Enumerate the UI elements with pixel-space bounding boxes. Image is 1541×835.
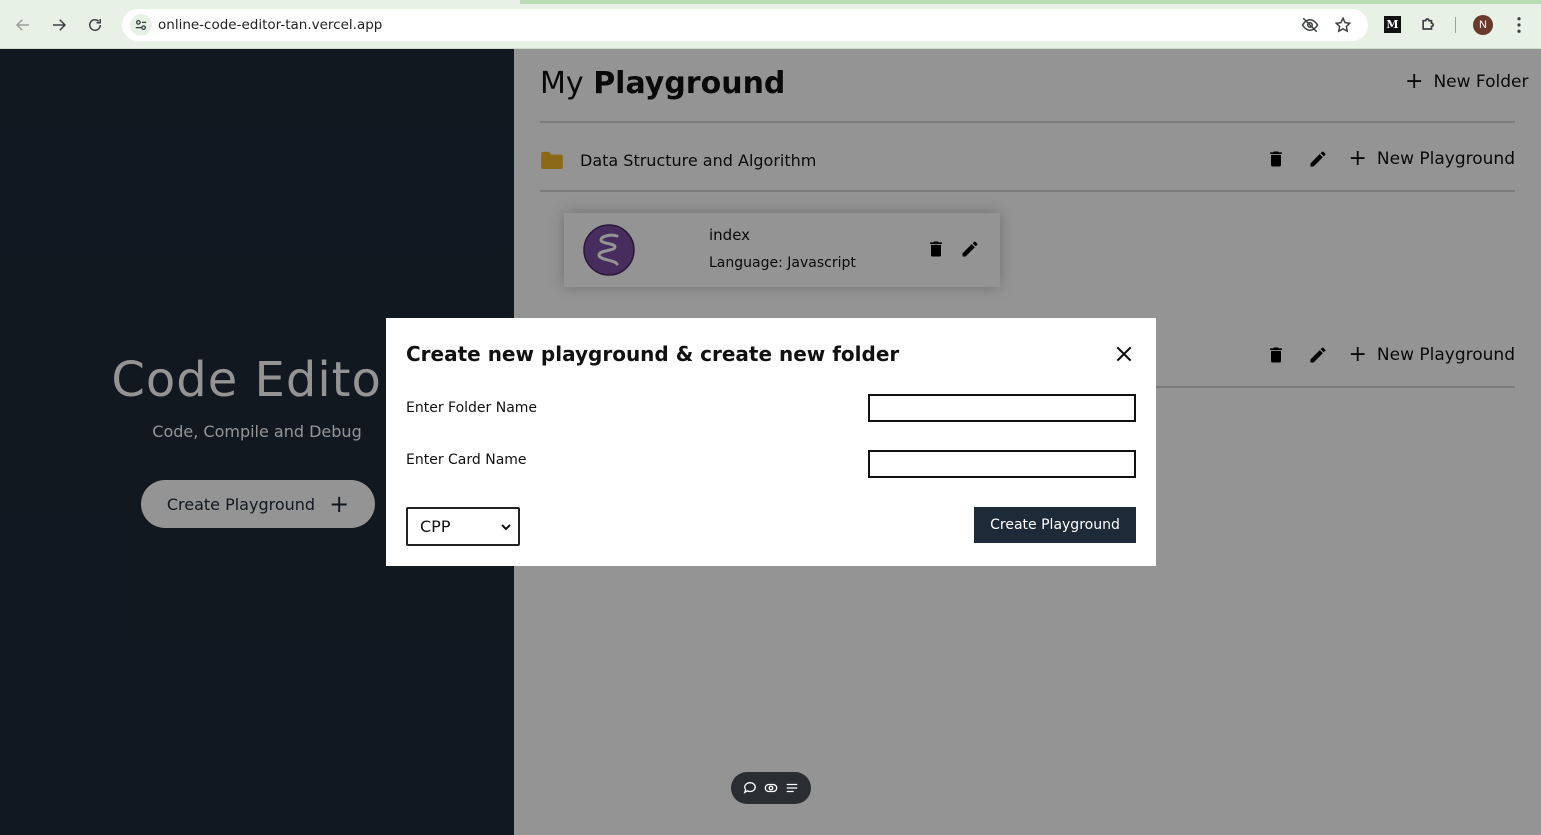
close-icon[interactable] bbox=[1112, 342, 1136, 366]
active-tab-strip bbox=[520, 0, 1541, 4]
card-name-label: Enter Card Name bbox=[406, 452, 527, 468]
modal-title: Create new playground & create new folde… bbox=[406, 342, 900, 366]
create-modal: Create new playground & create new folde… bbox=[386, 318, 1156, 566]
eye-off-icon[interactable] bbox=[1300, 15, 1320, 35]
address-bar[interactable]: online-code-editor-tan.vercel.app bbox=[122, 9, 1368, 41]
reload-icon[interactable] bbox=[82, 12, 108, 38]
list-icon[interactable] bbox=[784, 780, 800, 796]
card-name-input[interactable] bbox=[868, 450, 1136, 478]
folder-name-input[interactable] bbox=[868, 394, 1136, 422]
profile-avatar[interactable]: N bbox=[1473, 15, 1493, 35]
language-select[interactable]: CPP bbox=[406, 507, 520, 546]
star-icon[interactable] bbox=[1333, 15, 1353, 35]
kebab-menu-icon[interactable] bbox=[1509, 14, 1529, 36]
url-text: online-code-editor-tan.vercel.app bbox=[158, 17, 383, 33]
forward-icon[interactable] bbox=[46, 12, 72, 38]
medium-extension-icon[interactable]: M bbox=[1384, 16, 1401, 33]
floating-toolbar bbox=[731, 772, 811, 804]
site-info-icon[interactable] bbox=[130, 14, 152, 36]
browser-toolbar: online-code-editor-tan.vercel.app M N bbox=[0, 0, 1541, 49]
chevron-down-icon bbox=[501, 523, 511, 530]
comment-icon[interactable] bbox=[742, 780, 758, 796]
language-selected: CPP bbox=[420, 517, 451, 536]
toolbar-divider bbox=[1455, 17, 1456, 33]
back-icon[interactable] bbox=[10, 12, 36, 38]
eye-icon[interactable] bbox=[763, 780, 779, 796]
puzzle-icon[interactable] bbox=[1419, 14, 1441, 36]
folder-name-label: Enter Folder Name bbox=[406, 400, 538, 416]
create-playground-submit-button[interactable]: Create Playground bbox=[974, 507, 1136, 543]
page: Code Editor Code, Compile and Debug Crea… bbox=[0, 49, 1541, 835]
